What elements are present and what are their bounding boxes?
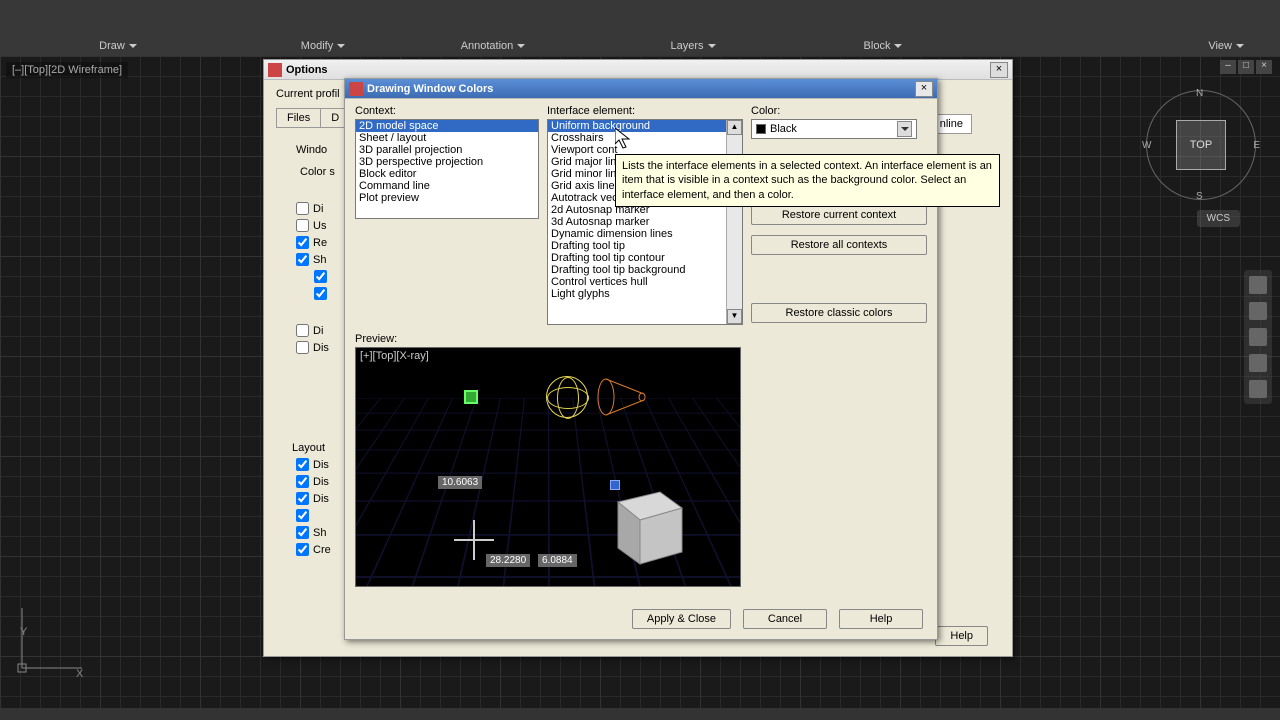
- showmotion-icon[interactable]: [1249, 380, 1267, 398]
- context-item[interactable]: Command line: [356, 180, 538, 192]
- apply-close-button[interactable]: Apply & Close: [632, 609, 731, 629]
- autosnap-marker-icon: [464, 390, 478, 404]
- context-item[interactable]: 3D perspective projection: [356, 156, 538, 168]
- ribbon-panel-modify[interactable]: Modify: [293, 36, 353, 56]
- interface-item[interactable]: Light glyphs: [548, 288, 742, 300]
- restore-current-context-button[interactable]: Restore current context: [751, 205, 927, 225]
- context-item[interactable]: 2D model space: [356, 120, 538, 132]
- color-scheme-label: Color s: [300, 166, 335, 178]
- scroll-down-icon[interactable]: ▼: [727, 309, 742, 324]
- interface-item[interactable]: Drafting tool tip contour: [548, 252, 742, 264]
- context-listbox[interactable]: 2D model space Sheet / layout 3D paralle…: [355, 119, 539, 219]
- restore-classic-colors-button[interactable]: Restore classic colors: [751, 303, 927, 323]
- options-titlebar[interactable]: Options ×: [264, 60, 1012, 80]
- viewcube-face-top[interactable]: TOP: [1176, 120, 1226, 170]
- window-elements-group: Windo: [296, 144, 327, 156]
- color-value: Black: [770, 123, 797, 135]
- compass-e[interactable]: E: [1253, 140, 1260, 151]
- interface-item[interactable]: 3d Autosnap marker: [548, 216, 742, 228]
- preview-panel: [+][Top][X-ray] 10.6063 28.2280 6.0884: [355, 347, 741, 587]
- app-icon: [268, 63, 282, 77]
- ribbon-panel-block[interactable]: Block: [856, 36, 911, 56]
- restore-all-contexts-button[interactable]: Restore all contexts: [751, 235, 927, 255]
- preview-viewport-label: [+][Top][X-ray]: [360, 350, 429, 362]
- steering-wheel-icon[interactable]: [1249, 276, 1267, 294]
- viewcube[interactable]: TOP N S W E: [1146, 90, 1256, 200]
- ribbon-panel-draw[interactable]: Draw: [91, 36, 145, 56]
- options-title: Options: [286, 64, 990, 76]
- dimension-value: 10.6063: [438, 476, 482, 489]
- maximize-button[interactable]: □: [1238, 60, 1254, 74]
- colors-title: Drawing Window Colors: [367, 83, 915, 95]
- ucs-x: X: [76, 668, 83, 680]
- close-icon[interactable]: ×: [915, 81, 933, 97]
- chevron-down-icon: [1236, 44, 1244, 48]
- help-button[interactable]: Help: [935, 626, 988, 646]
- context-item[interactable]: Plot preview: [356, 192, 538, 204]
- viewport-label[interactable]: [–][Top][2D Wireframe]: [6, 62, 128, 78]
- chevron-down-icon[interactable]: [897, 121, 912, 137]
- color-swatch: [756, 124, 766, 134]
- dimension-value: 28.2280: [486, 554, 530, 567]
- scrollbar[interactable]: ▲ ▼: [726, 120, 742, 324]
- wcs-badge[interactable]: WCS: [1197, 210, 1240, 227]
- chevron-down-icon: [517, 44, 525, 48]
- cone-icon: [596, 376, 646, 418]
- color-combobox[interactable]: Black: [751, 119, 917, 139]
- interface-item[interactable]: Drafting tool tip background: [548, 264, 742, 276]
- context-item[interactable]: 3D parallel projection: [356, 144, 538, 156]
- cancel-button[interactable]: Cancel: [743, 609, 827, 629]
- close-icon[interactable]: ×: [990, 62, 1008, 78]
- zoom-icon[interactable]: [1249, 328, 1267, 346]
- interface-item[interactable]: Drafting tool tip: [548, 240, 742, 252]
- ribbon-panel-layers[interactable]: Layers: [662, 36, 723, 56]
- context-label: Context:: [355, 105, 539, 117]
- sphere-icon: [546, 376, 588, 418]
- interface-item[interactable]: Crosshairs: [548, 132, 742, 144]
- ribbon: Draw Modify Annotation Layers Block View: [0, 0, 1280, 56]
- chevron-down-icon: [129, 44, 137, 48]
- viewport-window-controls: – □ ×: [1220, 60, 1272, 74]
- chevron-down-icon: [337, 44, 345, 48]
- compass-n[interactable]: N: [1196, 88, 1203, 99]
- interface-item[interactable]: Control vertices hull: [548, 276, 742, 288]
- pan-icon[interactable]: [1249, 302, 1267, 320]
- chevron-down-icon: [894, 44, 902, 48]
- context-item[interactable]: Block editor: [356, 168, 538, 180]
- close-button[interactable]: ×: [1256, 60, 1272, 74]
- layout-elements-group: Layout: [292, 442, 325, 454]
- interface-element-listbox[interactable]: Uniform background Crosshairs Viewport c…: [547, 119, 743, 325]
- chevron-down-icon: [708, 44, 716, 48]
- navigation-bar: [1244, 270, 1272, 404]
- app-icon: [349, 82, 363, 96]
- orbit-icon[interactable]: [1249, 354, 1267, 372]
- interface-item[interactable]: Uniform background: [548, 120, 742, 132]
- compass-w[interactable]: W: [1142, 140, 1151, 151]
- colors-titlebar[interactable]: Drawing Window Colors ×: [345, 79, 937, 99]
- minimize-button[interactable]: –: [1220, 60, 1236, 74]
- scroll-up-icon[interactable]: ▲: [727, 120, 742, 135]
- interface-element-label: Interface element:: [547, 105, 743, 117]
- preview-label: Preview:: [355, 333, 927, 345]
- ribbon-panel-view[interactable]: View: [1200, 36, 1252, 56]
- interface-item[interactable]: Dynamic dimension lines: [548, 228, 742, 240]
- status-bar: [0, 708, 1280, 720]
- ribbon-panel-annotation[interactable]: Annotation: [453, 36, 534, 56]
- dimension-value: 6.0884: [538, 554, 577, 567]
- box-icon: [604, 480, 690, 566]
- tooltip: Lists the interface elements in a select…: [615, 154, 1000, 207]
- tab-files[interactable]: Files: [276, 108, 321, 128]
- color-label: Color:: [751, 105, 927, 117]
- compass-s[interactable]: S: [1196, 191, 1203, 202]
- help-button[interactable]: Help: [839, 609, 923, 629]
- context-item[interactable]: Sheet / layout: [356, 132, 538, 144]
